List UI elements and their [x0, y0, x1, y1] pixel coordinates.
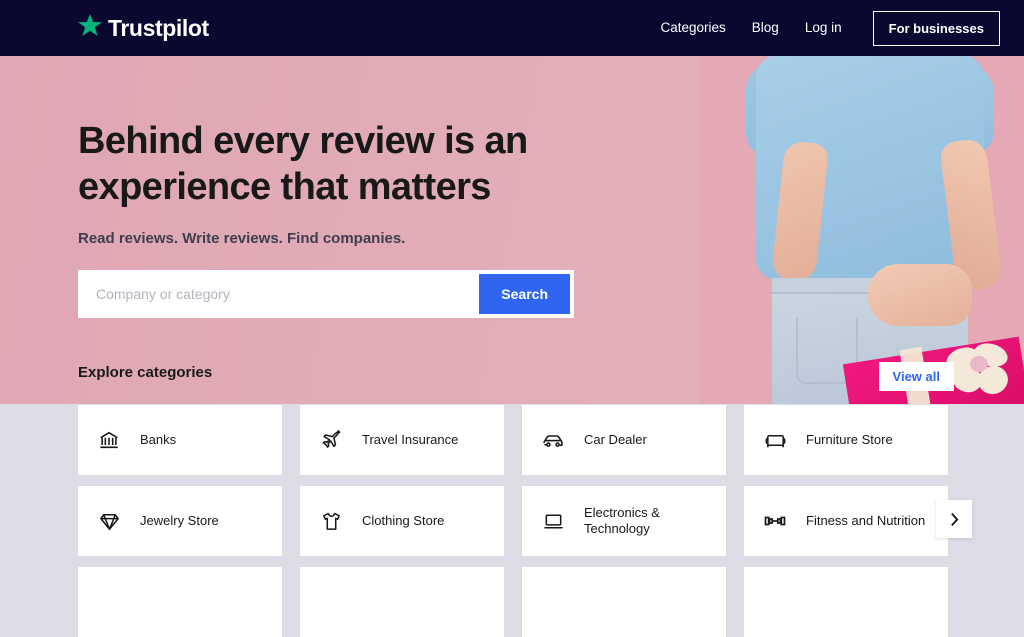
car-icon — [538, 428, 568, 452]
category-card-partial-1[interactable] — [78, 567, 282, 637]
category-card-travel-insurance[interactable]: Travel Insurance — [300, 405, 504, 475]
category-card-fitness-and-nutrition[interactable]: Fitness and Nutrition — [744, 486, 948, 556]
search-button[interactable]: Search — [479, 274, 570, 314]
hero-subtitle: Read reviews. Write reviews. Find compan… — [78, 230, 698, 247]
main-navigation: Categories Blog Log in For businesses — [661, 11, 1001, 46]
category-label: Fitness and Nutrition — [806, 513, 925, 529]
tshirt-icon — [316, 510, 346, 533]
carousel-next-button[interactable] — [936, 500, 972, 538]
category-label: Clothing Store — [362, 513, 444, 529]
category-label: Electronics & Technology — [584, 505, 710, 537]
search-bar: Search — [78, 270, 574, 318]
hero-section: Behind every review is an experience tha… — [0, 56, 1024, 404]
dumbbell-icon — [760, 509, 790, 533]
site-header: Trustpilot Categories Blog Log in For bu… — [0, 0, 1024, 56]
trustpilot-logo[interactable]: Trustpilot — [78, 14, 209, 42]
category-label: Furniture Store — [806, 432, 893, 448]
category-label: Jewelry Store — [140, 513, 219, 529]
for-businesses-button[interactable]: For businesses — [873, 11, 1000, 46]
hero-content: Behind every review is an experience tha… — [78, 56, 698, 318]
star-icon — [78, 14, 102, 42]
nav-link-blog[interactable]: Blog — [752, 21, 779, 35]
explore-categories-heading: Explore categories — [78, 364, 212, 381]
category-label: Travel Insurance — [362, 432, 458, 448]
category-card-banks[interactable]: Banks — [78, 405, 282, 475]
category-label: Banks — [140, 432, 176, 448]
gift-bow — [946, 342, 1012, 394]
nav-link-login[interactable]: Log in — [805, 21, 842, 35]
view-all-button[interactable]: View all — [879, 362, 954, 391]
nav-link-categories[interactable]: Categories — [661, 21, 726, 35]
hero-image-person-with-gift — [700, 56, 1024, 404]
category-label: Car Dealer — [584, 432, 647, 448]
diamond-icon — [94, 510, 124, 533]
category-card-partial-4[interactable] — [744, 567, 948, 637]
category-card-partial-3[interactable] — [522, 567, 726, 637]
hero-title-line-2: experience that matters — [78, 166, 491, 208]
laptop-icon — [538, 510, 568, 533]
airplane-icon — [316, 429, 346, 452]
bank-icon — [94, 429, 124, 451]
logo-text: Trustpilot — [108, 17, 209, 40]
page-title: Behind every review is an experience tha… — [78, 118, 698, 210]
chevron-right-icon — [948, 511, 961, 528]
category-card-partial-2[interactable] — [300, 567, 504, 637]
category-card-electronics-technology[interactable]: Electronics & Technology — [522, 486, 726, 556]
hands-behind-back — [868, 264, 972, 326]
category-card-clothing-store[interactable]: Clothing Store — [300, 486, 504, 556]
hero-title-line-1: Behind every review is an — [78, 120, 528, 162]
category-card-furniture-store[interactable]: Furniture Store — [744, 405, 948, 475]
armchair-icon — [760, 429, 790, 452]
search-input[interactable] — [82, 274, 479, 314]
category-card-jewelry-store[interactable]: Jewelry Store — [78, 486, 282, 556]
category-grid: Banks Travel Insurance Car Dealer — [78, 405, 955, 637]
category-card-car-dealer[interactable]: Car Dealer — [522, 405, 726, 475]
